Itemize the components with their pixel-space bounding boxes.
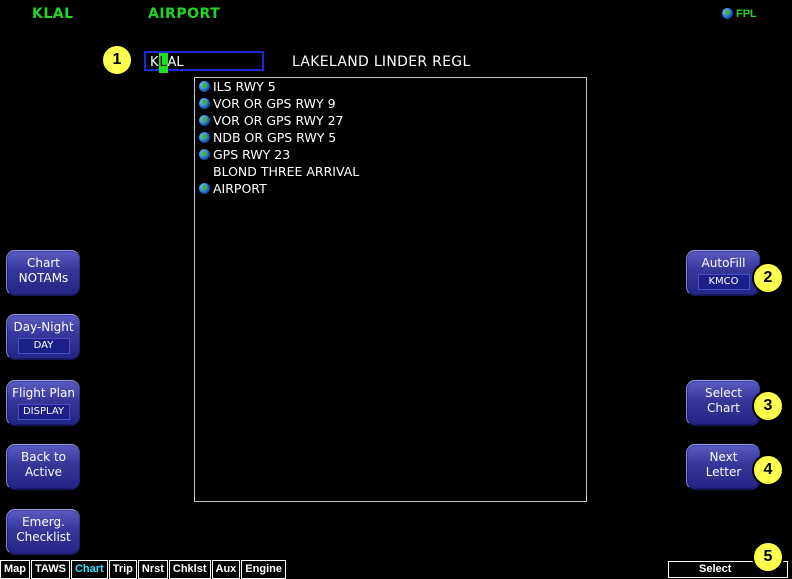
chart-list-item[interactable]: AIRPORT [195, 180, 586, 197]
autofill-softkey[interactable]: AutoFill KMCO [686, 250, 760, 296]
callout-1: 1 [101, 44, 133, 76]
tab-trip[interactable]: Trip [108, 560, 137, 579]
chart-list-item[interactable]: VOR OR GPS RWY 27 [195, 112, 586, 129]
next-letter-softkey[interactable]: Next Letter [686, 444, 760, 490]
softkey-label: Letter [705, 465, 742, 479]
chart-label: GPS RWY 23 [213, 147, 291, 162]
softkey-label: Emerg. [22, 515, 65, 529]
softkey-label: NOTAMs [18, 271, 69, 285]
softkey-label: Select [704, 386, 743, 400]
airport-name: LAKELAND LINDER REGL [292, 54, 471, 70]
georef-globe-icon [199, 98, 210, 109]
fpl-indicator: FPL [736, 8, 757, 20]
page-tab-bar: Map TAWS Chart Trip Nrst Chklst Aux Engi… [0, 560, 287, 579]
tab-nrst[interactable]: Nrst [137, 560, 168, 579]
back-to-active-softkey[interactable]: Back to Active [6, 444, 80, 490]
mfd-screen: KLAL AIRPORT FPL KLAL LAKELAND LINDER RE… [0, 0, 792, 579]
identifier-cursor-char: L [158, 53, 168, 73]
callout-2: 2 [752, 262, 784, 294]
select-chart-softkey[interactable]: Select Chart [686, 380, 760, 426]
chart-list-item[interactable]: BLOND THREE ARRIVAL [195, 163, 586, 180]
softkey-label: Next [709, 450, 738, 464]
callout-3: 3 [752, 390, 784, 422]
flight-plan-softkey[interactable]: Flight Plan DISPLAY [6, 380, 80, 426]
georef-globe-icon [199, 81, 210, 92]
chart-label: NDB OR GPS RWY 5 [213, 130, 337, 145]
active-airport-id: KLAL [32, 6, 74, 22]
tab-chklst[interactable]: Chklst [168, 560, 211, 579]
chart-list-item[interactable]: ILS RWY 5 [195, 78, 586, 95]
callout-4: 4 [752, 454, 784, 486]
chart-list[interactable]: ILS RWY 5 VOR OR GPS RWY 9 VOR OR GPS RW… [194, 77, 587, 502]
chart-label: VOR OR GPS RWY 9 [213, 96, 336, 111]
chart-list-item[interactable]: GPS RWY 23 [195, 146, 586, 163]
softkey-label: Flight Plan [12, 386, 75, 400]
softkey-label: Chart [27, 256, 60, 270]
softkey-label: Chart [707, 401, 740, 415]
chart-label: ILS RWY 5 [213, 79, 276, 94]
georef-globe-icon [199, 132, 210, 143]
chart-label: AIRPORT [213, 181, 267, 196]
softkey-label: Day-Night [13, 320, 74, 334]
chart-label: VOR OR GPS RWY 27 [213, 113, 344, 128]
tab-map[interactable]: Map [0, 560, 30, 579]
day-night-softkey[interactable]: Day-Night DAY [6, 314, 80, 360]
softkey-label: AutoFill [701, 256, 746, 270]
chart-list-item[interactable]: NDB OR GPS RWY 5 [195, 129, 586, 146]
globe-icon [722, 8, 733, 19]
emergency-checklist-softkey[interactable]: Emerg. Checklist [6, 509, 80, 555]
flight-plan-value: DISPLAY [17, 404, 70, 420]
page-title: AIRPORT [148, 6, 221, 22]
tab-taws[interactable]: TAWS [31, 560, 70, 579]
softkey-label: Back to [21, 450, 66, 464]
tab-engine[interactable]: Engine [241, 560, 286, 579]
georef-globe-icon [199, 183, 210, 194]
chart-notams-softkey[interactable]: Chart NOTAMs [6, 250, 80, 296]
softkey-label: Checklist [16, 530, 71, 544]
airport-identifier-input[interactable]: KLAL [144, 51, 264, 73]
autofill-value: KMCO [697, 274, 750, 290]
tab-aux[interactable]: Aux [211, 560, 241, 579]
identifier-char: AL [167, 55, 184, 70]
identifier-char: K [150, 55, 159, 70]
softkey-label: Active [24, 465, 63, 479]
georef-globe-icon [199, 149, 210, 160]
chart-list-item[interactable]: VOR OR GPS RWY 9 [195, 95, 586, 112]
chart-label: BLOND THREE ARRIVAL [213, 164, 360, 179]
georef-globe-icon [199, 115, 210, 126]
tab-chart[interactable]: Chart [70, 560, 108, 579]
day-night-value: DAY [17, 338, 70, 354]
callout-5: 5 [752, 541, 784, 573]
